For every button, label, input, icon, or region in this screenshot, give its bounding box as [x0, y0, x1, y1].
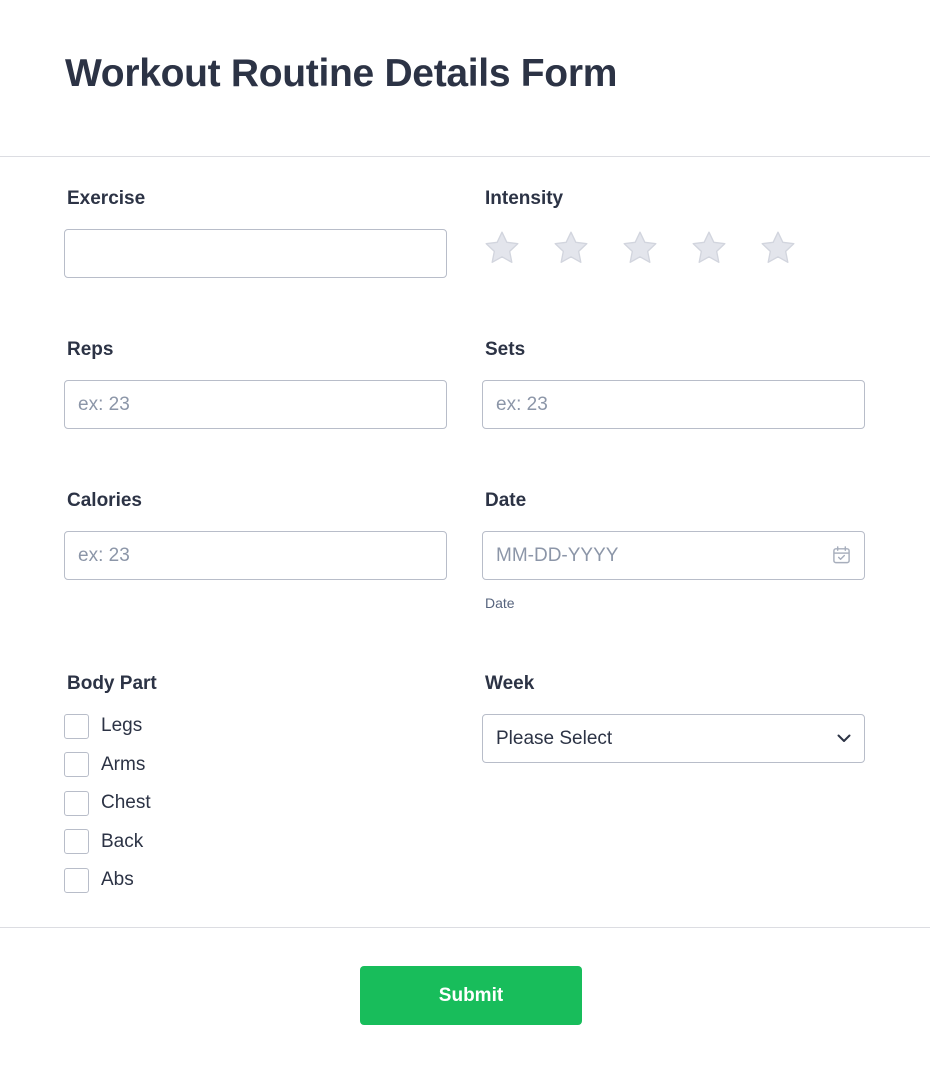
page-title: Workout Routine Details Form	[65, 52, 618, 95]
intensity-label: Intensity	[485, 188, 564, 209]
week-select[interactable]: Please Select	[482, 714, 865, 763]
checkbox-option-arms[interactable]: Arms	[64, 752, 151, 777]
submit-button[interactable]: Submit	[360, 966, 582, 1025]
checkbox[interactable]	[64, 829, 89, 854]
checkbox[interactable]	[64, 867, 89, 893]
sets-input[interactable]	[482, 380, 865, 429]
checkbox-option-legs[interactable]: Legs	[64, 713, 151, 739]
star-icon[interactable]	[620, 227, 660, 269]
week-label: Week	[485, 673, 535, 694]
checkbox-option-chest[interactable]: Chest	[64, 790, 151, 816]
checkbox-option-abs[interactable]: Abs	[64, 867, 151, 893]
body-part-label: Body Part	[67, 673, 157, 694]
exercise-label: Exercise	[67, 188, 146, 209]
body-part-checkbox-group: Legs Arms Chest Back Abs	[64, 713, 151, 907]
star-icon[interactable]	[482, 227, 522, 269]
checkbox-label: Chest	[101, 792, 151, 813]
week-select-value: Please Select	[496, 727, 613, 749]
header-divider	[0, 156, 930, 157]
intensity-rating	[482, 227, 827, 269]
checkbox[interactable]	[64, 752, 89, 777]
sets-label: Sets	[485, 339, 526, 360]
calories-label: Calories	[67, 490, 142, 511]
date-sublabel: Date	[485, 595, 515, 611]
checkbox-label: Abs	[101, 869, 134, 890]
checkbox[interactable]	[64, 790, 89, 816]
date-label: Date	[485, 490, 527, 511]
calories-input[interactable]	[64, 531, 447, 580]
date-field	[482, 531, 865, 580]
star-icon[interactable]	[758, 227, 798, 269]
checkbox-option-back[interactable]: Back	[64, 829, 151, 854]
checkbox-label: Back	[101, 830, 144, 852]
form-header: Workout Routine Details Form	[0, 0, 930, 156]
reps-input[interactable]	[64, 380, 447, 429]
chevron-down-icon	[837, 734, 851, 742]
checkbox-label: Legs	[101, 715, 143, 736]
date-input[interactable]	[482, 531, 865, 580]
star-icon[interactable]	[689, 227, 729, 269]
checkbox[interactable]	[64, 713, 89, 739]
reps-label: Reps	[67, 339, 114, 360]
exercise-input[interactable]	[64, 229, 447, 278]
calendar-icon[interactable]	[832, 545, 851, 565]
checkbox-label: Arms	[101, 753, 146, 775]
star-icon[interactable]	[551, 227, 591, 269]
